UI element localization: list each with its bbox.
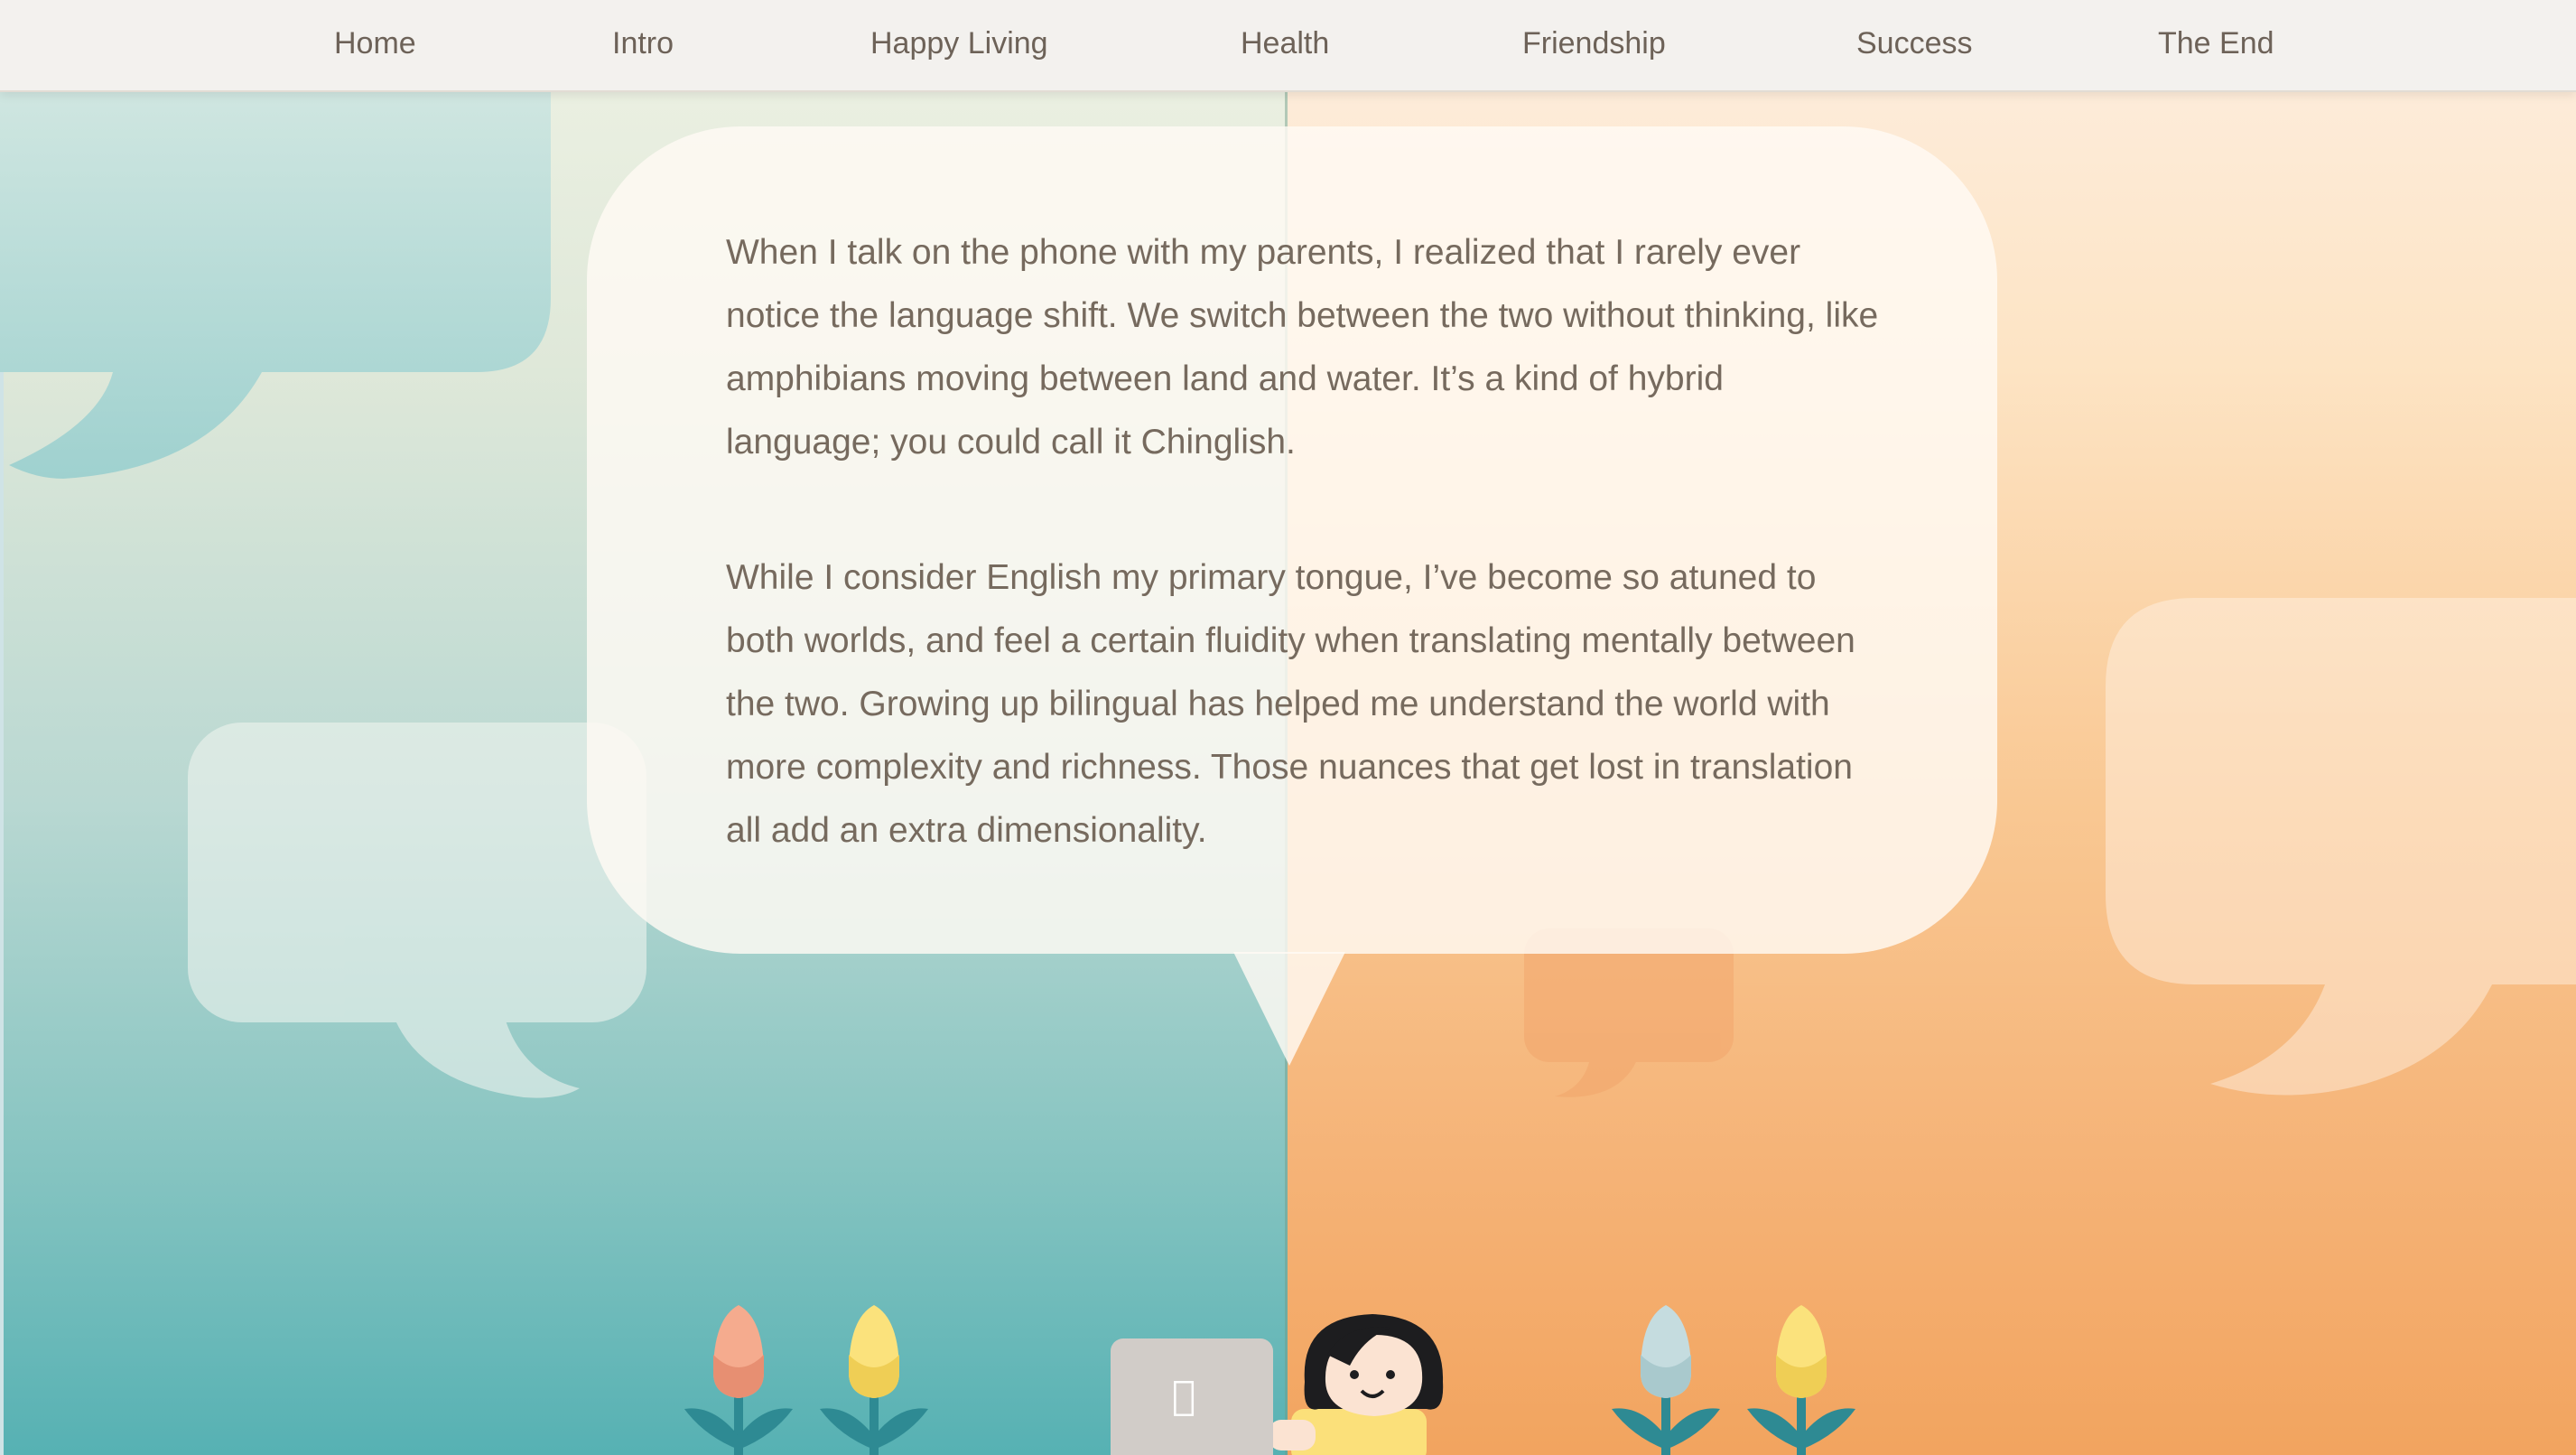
ground-illustrations	[684, 1305, 1855, 1455]
blue-tulip-icon	[1612, 1305, 1720, 1455]
nav-link-health[interactable]: Health	[1241, 0, 1329, 87]
nav-link-success[interactable]: Success	[1856, 0, 1973, 87]
yellow-tulip-icon-2	[1747, 1305, 1855, 1455]
laptop: 	[1111, 1338, 1273, 1455]
page: When I talk on the phone with my parents…	[0, 0, 2576, 1455]
girl-character-icon	[1269, 1314, 1444, 1455]
nav-link-home[interactable]: Home	[334, 0, 416, 87]
peach-tulip-icon	[684, 1305, 793, 1455]
apple-logo-icon: 	[1172, 1376, 1195, 1416]
nav-link-happy-living[interactable]: Happy Living	[870, 0, 1048, 87]
nav-link-the-end[interactable]: The End	[2158, 0, 2274, 87]
nav-link-friendship[interactable]: Friendship	[1522, 0, 1666, 87]
nav-link-intro[interactable]: Intro	[612, 0, 674, 87]
top-navigation-bar: Home Intro Happy Living Health Friendshi…	[0, 0, 2576, 92]
yellow-tulip-icon	[820, 1305, 928, 1455]
